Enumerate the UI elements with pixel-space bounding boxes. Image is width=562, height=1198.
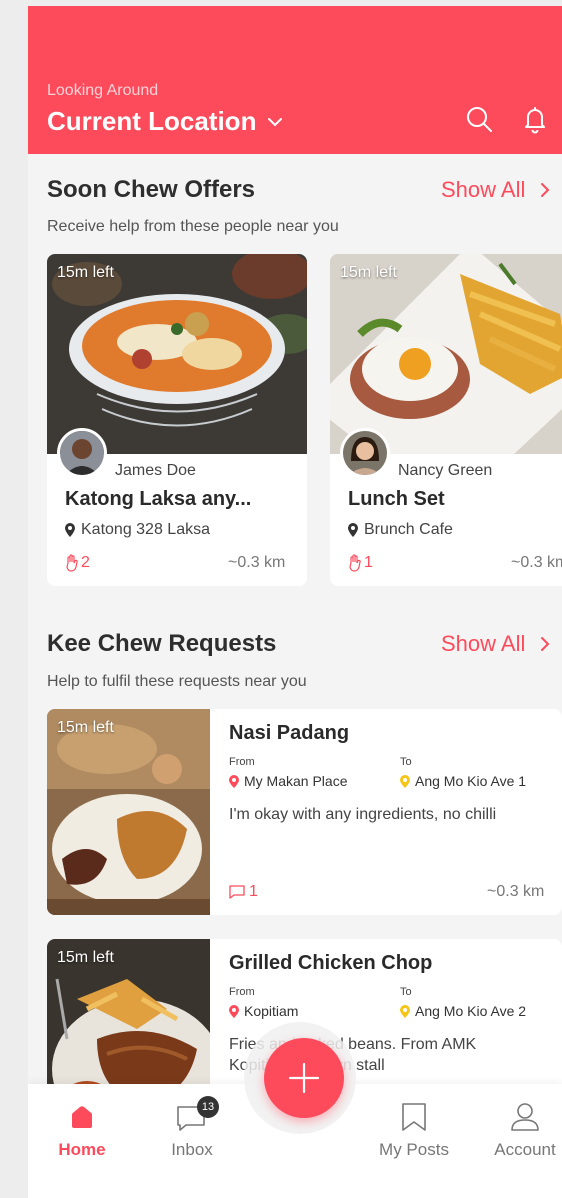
- requests-section-title: Kee Chew Requests: [47, 630, 277, 657]
- hand-icon: [66, 554, 78, 572]
- request-title: Grilled Chicken Chop: [229, 952, 433, 974]
- offers-section-subtitle: Receive help from these people near you: [47, 218, 339, 235]
- location-label: Current Location: [47, 106, 257, 136]
- add-post-button[interactable]: [264, 1038, 344, 1118]
- offer-place-label: Brunch Cafe: [364, 521, 453, 538]
- bell-icon[interactable]: [520, 104, 550, 134]
- offer-user-name: James Doe: [115, 462, 196, 479]
- tab-account[interactable]: Account: [483, 1100, 562, 1160]
- location-selector[interactable]: Current Location: [47, 106, 284, 137]
- header: Looking Around Current Location: [28, 6, 562, 154]
- request-distance: ~0.3 km: [487, 883, 545, 900]
- from-location-label: My Makan Place: [244, 773, 348, 789]
- tab-home-label: Home: [58, 1140, 106, 1159]
- to-location: Ang Mo Kio Ave 1: [400, 773, 526, 789]
- time-left-label: 15m left: [57, 719, 114, 736]
- looking-around-label: Looking Around: [47, 82, 159, 99]
- to-location: Ang Mo Kio Ave 2: [400, 1003, 526, 1019]
- user-photo: [60, 431, 104, 475]
- bookmark-icon: [402, 1103, 426, 1131]
- offer-card[interactable]: 15m left James Doe Katong Laksa any... K…: [47, 254, 307, 586]
- app-screen: Looking Around Current Location Soon Che…: [28, 6, 562, 1198]
- comment-count-value: 1: [249, 883, 258, 900]
- location-pin-icon: [348, 523, 358, 537]
- to-location-label: Ang Mo Kio Ave 1: [415, 773, 527, 789]
- chevron-right-icon: [541, 637, 550, 651]
- offer-count-value: 2: [81, 554, 90, 571]
- time-left-label: 15m left: [340, 264, 397, 281]
- to-location-label: Ang Mo Kio Ave 2: [415, 1003, 527, 1019]
- offer-title: Katong Laksa any...: [65, 488, 252, 510]
- offer-title: Lunch Set: [348, 488, 445, 510]
- time-left-label: 15m left: [57, 949, 114, 966]
- tab-my-posts-label: My Posts: [379, 1140, 449, 1159]
- lunch-set-food-image: [330, 254, 562, 454]
- tab-my-posts[interactable]: My Posts: [369, 1100, 459, 1160]
- from-label: From: [229, 986, 255, 998]
- offer-count: 2: [65, 554, 90, 572]
- request-card[interactable]: 15m left Nasi Padang From To My Makan Pl…: [47, 709, 562, 915]
- chevron-right-icon: [541, 183, 550, 197]
- tab-account-label: Account: [494, 1140, 556, 1159]
- location-pin-icon: [229, 1004, 239, 1018]
- offer-place: Katong 328 Laksa: [65, 521, 210, 539]
- offer-count-value: 1: [364, 554, 373, 571]
- search-icon[interactable]: [464, 104, 494, 134]
- requests-section-subtitle: Help to fulfil these requests near you: [47, 673, 307, 690]
- requests-show-all-button[interactable]: Show All: [441, 631, 551, 657]
- offer-user-name: Nancy Green: [398, 462, 493, 479]
- comment-count: 1: [229, 883, 258, 901]
- user-icon: [511, 1103, 539, 1131]
- offer-distance: ~0.3 km: [228, 554, 286, 571]
- nasi-padang-food-image: [47, 709, 210, 915]
- from-location: My Makan Place: [229, 773, 347, 789]
- request-description: I'm okay with any ingredients, no chilli: [229, 806, 497, 823]
- plus-icon: [288, 1062, 320, 1094]
- laksa-food-image: [47, 254, 307, 454]
- time-left-label: 15m left: [57, 264, 114, 281]
- chevron-down-icon: [268, 117, 283, 126]
- offer-distance: ~0.3 km: [511, 554, 562, 571]
- tab-inbox-label: Inbox: [171, 1140, 213, 1159]
- location-pin-icon: [65, 523, 75, 537]
- request-title: Nasi Padang: [229, 722, 350, 744]
- show-all-label: Show All: [441, 631, 526, 656]
- offer-place-label: Katong 328 Laksa: [81, 521, 210, 538]
- tab-home[interactable]: Home: [37, 1100, 127, 1160]
- avatar[interactable]: [340, 428, 390, 478]
- offer-place: Brunch Cafe: [348, 521, 453, 539]
- avatar[interactable]: [57, 428, 107, 478]
- inbox-badge: 13: [197, 1096, 219, 1118]
- location-pin-icon: [229, 774, 239, 788]
- user-photo: [343, 431, 387, 475]
- show-all-label: Show All: [441, 177, 526, 202]
- to-label: To: [400, 756, 412, 768]
- offers-show-all-button[interactable]: Show All: [441, 177, 551, 203]
- from-location-label: Kopitiam: [244, 1003, 299, 1019]
- location-pin-icon: [400, 1004, 410, 1018]
- offers-section-title: Soon Chew Offers: [47, 176, 256, 203]
- to-label: To: [400, 986, 412, 998]
- home-icon: [72, 1106, 92, 1128]
- offer-card[interactable]: 15m left Nancy Green Lunch Set Brunch Ca…: [330, 254, 562, 586]
- from-label: From: [229, 756, 255, 768]
- comment-icon: [229, 885, 245, 899]
- tab-inbox[interactable]: 13 Inbox: [147, 1096, 237, 1160]
- hand-icon: [349, 554, 361, 572]
- offer-count: 1: [348, 554, 373, 572]
- from-location: Kopitiam: [229, 1003, 298, 1019]
- location-pin-icon: [400, 774, 410, 788]
